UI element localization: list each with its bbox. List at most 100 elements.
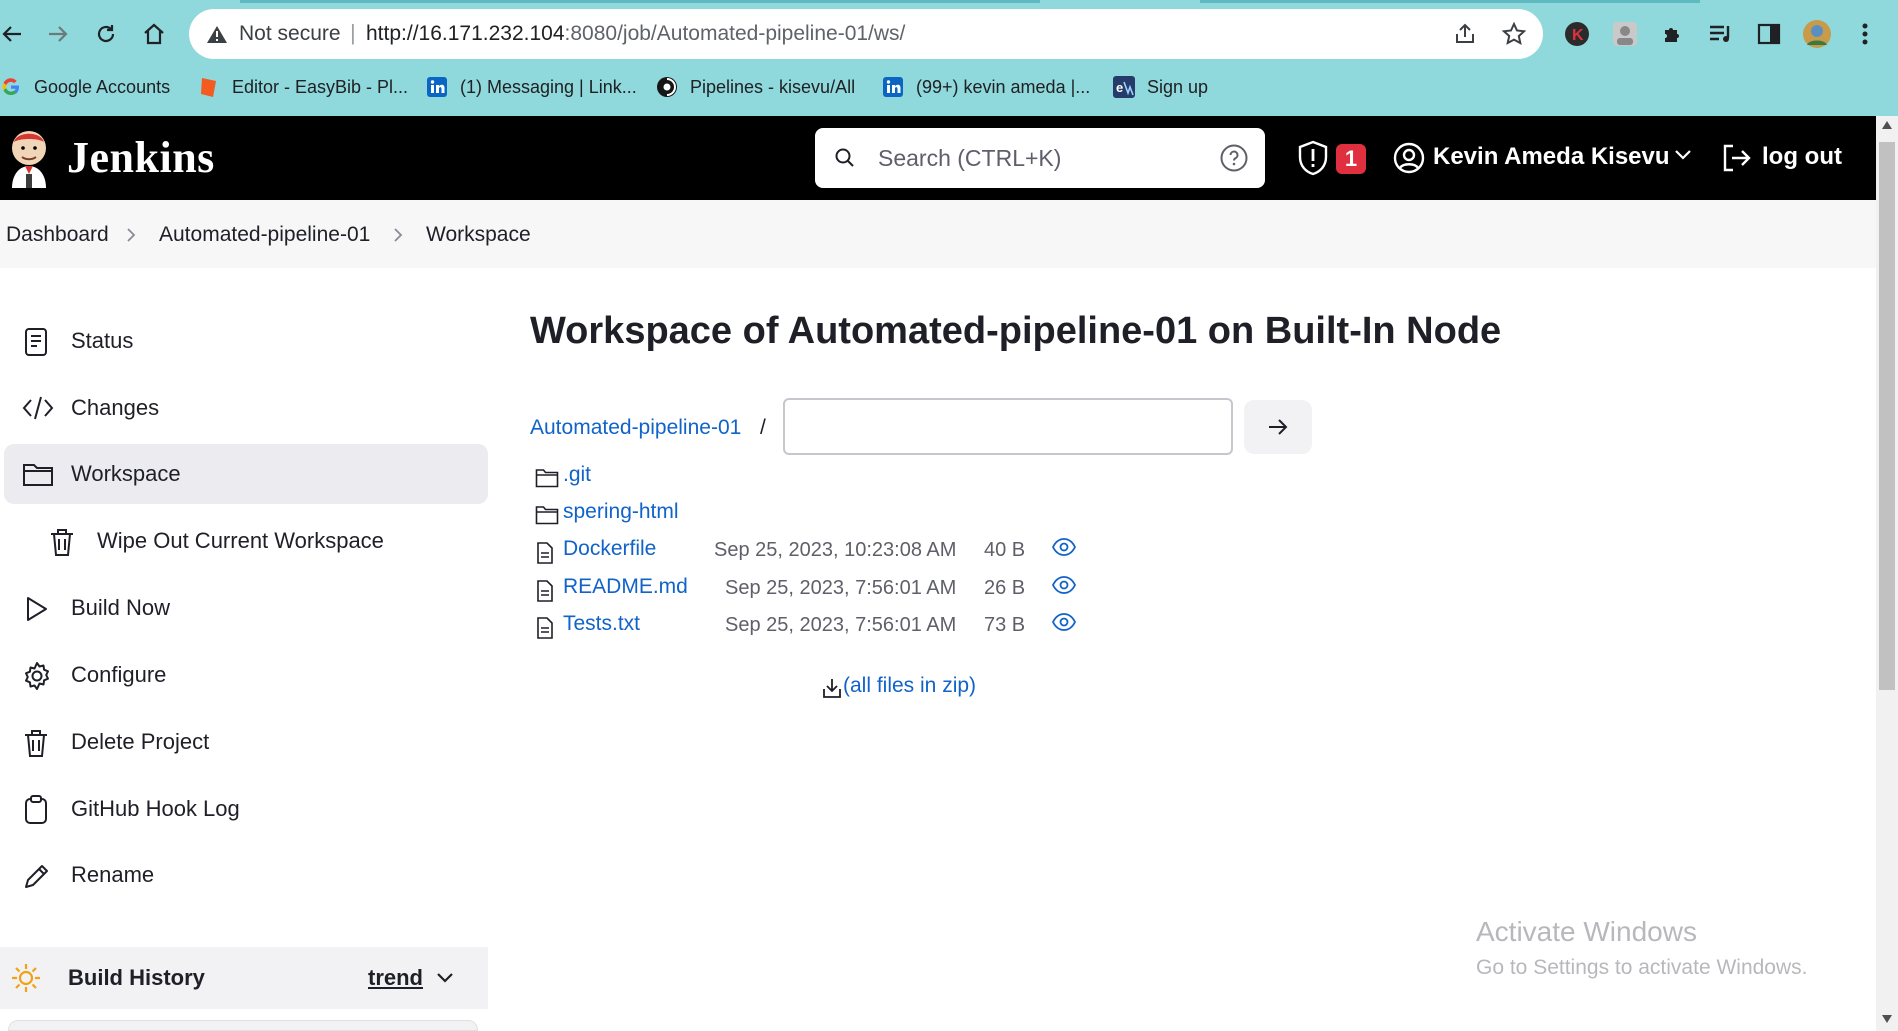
home-icon [144, 23, 164, 45]
media-control-icon[interactable] [1705, 18, 1737, 50]
linkedin-icon [426, 76, 448, 98]
sidebar-item-delete-project[interactable]: Delete Project [4, 712, 488, 772]
extension-profile-icon[interactable] [1609, 18, 1641, 50]
url-host: http://16.171.232.104 [366, 22, 565, 45]
url-path: :8080/job/Automated-pipeline-01/ws/ [564, 22, 906, 45]
side-panel-icon[interactable] [1753, 18, 1785, 50]
build-history-trend-link[interactable]: trend [368, 965, 423, 991]
sidebar-item-label: Delete Project [71, 729, 210, 754]
easybib-icon [198, 76, 220, 98]
bookmark-label: Sign up [1147, 76, 1209, 97]
windows-activation-subtitle: Go to Settings to activate Windows. [1476, 956, 1808, 979]
security-count-badge[interactable]: 1 [1336, 144, 1366, 174]
go-button[interactable] [1244, 400, 1312, 454]
file-link[interactable]: Tests.txt [563, 612, 640, 636]
sidebar-item-workspace[interactable]: Workspace [4, 444, 488, 504]
breadcrumb: Dashboard Automated-pipeline-01 Workspac… [0, 200, 1876, 268]
scroll-down-arrow-icon[interactable] [1881, 1014, 1893, 1024]
forward-button[interactable] [42, 18, 74, 50]
file-icon [537, 617, 553, 639]
logout-icon[interactable] [1720, 142, 1752, 174]
arrow-right-icon [1269, 419, 1288, 435]
path-separator: / [760, 416, 766, 439]
breadcrumb-workspace[interactable]: Workspace [426, 223, 531, 247]
chevron-right-icon [394, 228, 403, 242]
sidebar-item-wipe-workspace[interactable]: Wipe Out Current Workspace [30, 511, 488, 571]
security-shield-icon[interactable] [1296, 140, 1330, 176]
trash-icon [51, 529, 73, 556]
workspace-path-input[interactable] [783, 398, 1233, 455]
url-text[interactable]: http://16.171.232.104:8080/job/Automated… [366, 22, 905, 46]
sun-weather-icon [12, 964, 40, 992]
folder-icon [535, 469, 559, 488]
view-eye-icon[interactable] [1052, 575, 1076, 595]
jenkins-brand[interactable]: Jenkins [67, 132, 215, 183]
security-label[interactable]: Not secure [239, 22, 341, 46]
reload-icon [97, 25, 115, 43]
sidebar-item-label: Changes [71, 395, 160, 420]
user-icon [1393, 142, 1425, 174]
all-files-zip-link[interactable]: (all files in zip) [843, 674, 976, 698]
svg-text:e: e [1116, 80, 1123, 95]
tab-indicator [1200, 0, 1700, 3]
folder-link[interactable]: .git [563, 463, 591, 487]
extension-k-icon[interactable]: K [1561, 18, 1593, 50]
logout-link[interactable]: log out [1762, 143, 1842, 171]
bookmark-linkedin-profile[interactable]: (99+) kevin ameda |... [882, 72, 1090, 102]
sidebar-item-changes[interactable]: Changes [4, 378, 488, 438]
bookmark-circleci-pipelines[interactable]: Pipelines - kisevu/All [656, 72, 855, 102]
bookmark-easybib[interactable]: Editor - EasyBib - Pl... [198, 72, 408, 102]
clipboard-icon [25, 795, 47, 824]
scroll-up-arrow-icon[interactable] [1881, 120, 1893, 130]
file-icon [537, 580, 553, 602]
sidebar-item-label: Status [71, 328, 134, 353]
search-box[interactable]: Search (CTRL+K) [815, 128, 1265, 188]
folder-icon [23, 464, 53, 486]
bookmark-linkedin-messaging[interactable]: (1) Messaging | Link... [426, 72, 637, 102]
page-scrollbar[interactable] [1876, 116, 1898, 1031]
gear-icon [25, 662, 49, 690]
user-name-link[interactable]: Kevin Ameda Kisevu [1433, 143, 1670, 171]
download-zip-icon[interactable] [822, 677, 842, 699]
bookmark-google-accounts[interactable]: Google Accounts [0, 72, 170, 102]
breadcrumb-job[interactable]: Automated-pipeline-01 [159, 223, 370, 247]
file-icon [537, 542, 553, 564]
extensions-puzzle-icon[interactable] [1657, 18, 1689, 50]
chevron-down-icon[interactable] [436, 971, 454, 985]
build-history-panel [8, 1020, 478, 1031]
sidebar-item-configure[interactable]: Configure [4, 645, 488, 705]
back-button[interactable] [0, 18, 28, 50]
sidebar-item-rename[interactable]: Rename [4, 845, 488, 905]
browser-toolbar: Not secure | http://16.171.232.104:8080/… [0, 0, 1898, 116]
list-item: .git [535, 463, 1135, 493]
bookmark-sign-up[interactable]: e Sign up [1113, 72, 1208, 102]
folder-link[interactable]: spering-html [563, 500, 679, 524]
sidebar-item-github-hook-log[interactable]: GitHub Hook Log [4, 779, 488, 839]
bookmark-label: (99+) kevin ameda |... [916, 76, 1091, 97]
bookmark-star-icon[interactable] [1502, 22, 1526, 46]
reload-button[interactable] [90, 18, 122, 50]
chevron-down-icon[interactable] [1674, 148, 1692, 162]
sidebar-item-build-now[interactable]: Build Now [4, 578, 488, 638]
file-link[interactable]: README.md [563, 575, 688, 599]
view-eye-icon[interactable] [1052, 612, 1076, 632]
file-date: Sep 25, 2023, 7:56:01 AM [725, 577, 957, 599]
workspace-root-link[interactable]: Automated-pipeline-01 [530, 416, 741, 440]
address-bar[interactable]: Not secure | http://16.171.232.104:8080/… [189, 9, 1543, 59]
jenkins-logo-icon[interactable] [6, 126, 52, 188]
signup-icon: e [1113, 76, 1135, 98]
file-link[interactable]: Dockerfile [563, 537, 656, 561]
help-icon[interactable] [1219, 143, 1249, 173]
share-icon[interactable] [1453, 22, 1477, 46]
bookmark-label: Editor - EasyBib - Pl... [232, 76, 409, 97]
browser-menu-icon[interactable] [1849, 18, 1881, 50]
home-button[interactable] [138, 18, 170, 50]
profile-avatar-icon[interactable] [1801, 18, 1833, 50]
sidebar-item-status[interactable]: Status [4, 311, 488, 371]
breadcrumb-dashboard[interactable]: Dashboard [6, 223, 109, 247]
windows-activation-watermark: Activate Windows [1476, 916, 1697, 947]
scrollbar-thumb[interactable] [1879, 142, 1895, 690]
sidebar-item-label: Workspace [71, 461, 181, 486]
file-date: Sep 25, 2023, 10:23:08 AM [714, 539, 957, 561]
view-eye-icon[interactable] [1052, 537, 1076, 557]
